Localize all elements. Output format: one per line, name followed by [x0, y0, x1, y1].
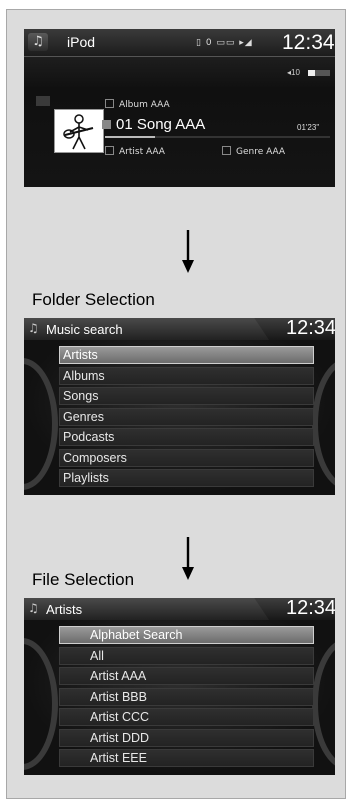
volume-bar — [308, 70, 330, 76]
list-item[interactable]: Albums — [59, 366, 314, 385]
down-arrow-icon — [182, 537, 194, 580]
progress-bar — [105, 136, 330, 138]
album-icon — [105, 99, 114, 108]
list-item[interactable]: Artist AAA — [59, 667, 314, 685]
genre-icon — [222, 146, 231, 155]
artist-row: Artist AAA — [105, 146, 165, 157]
dial-ring — [24, 358, 58, 490]
device-icon — [36, 96, 50, 106]
list-item[interactable]: Artist CCC — [59, 708, 314, 726]
song-icon — [102, 120, 111, 129]
top-bar: ♫ iPod ▯ 0 ▭▭ ▸◢ 12:34 — [24, 29, 335, 57]
song-row: 01 Song AAA — [102, 116, 205, 133]
music-note-icon[interactable]: ♫ — [28, 33, 48, 51]
header-bar: ♫ Artists 12:34 — [24, 598, 335, 620]
elapsed-time: 01'23" — [297, 123, 320, 132]
music-note-icon[interactable]: ♫ — [28, 321, 39, 335]
source-label: iPod — [67, 34, 96, 50]
artist-label: Artist AAA — [119, 147, 165, 157]
dial-ring — [312, 638, 335, 770]
album-label: Album AAA — [119, 100, 170, 110]
song-label: 01 Song AAA — [116, 116, 206, 133]
guitarist-icon — [63, 114, 94, 150]
music-search-screen: ♫ Music search 12:34 Artists Albums Songs G… — [24, 318, 335, 495]
list-item[interactable]: Podcasts — [59, 428, 314, 446]
list-item[interactable]: Genres — [59, 407, 314, 426]
list-item[interactable]: Playlists — [59, 469, 314, 487]
list-item[interactable]: All — [59, 646, 314, 665]
list-item[interactable]: Composers — [59, 448, 314, 467]
list-item[interactable]: Artist DDD — [59, 728, 314, 747]
folder-selection-caption: Folder Selection — [32, 290, 155, 309]
header-bar: ♫ Music search 12:34 — [24, 318, 335, 340]
genre-label: Genre AAA — [236, 147, 286, 157]
dial-ring — [312, 358, 335, 490]
clock: 12:34 — [286, 598, 335, 619]
dial-ring — [24, 638, 58, 770]
volume-label: ◂10 — [287, 68, 300, 77]
list-item[interactable]: Artists — [59, 346, 314, 364]
list-item[interactable]: Artist BBB — [59, 687, 314, 706]
artist-icon — [105, 146, 114, 155]
music-note-icon[interactable]: ♫ — [28, 601, 39, 615]
album-art — [54, 109, 104, 153]
status-icons: ▯ 0 ▭▭ ▸◢ — [196, 38, 253, 48]
clock: 12:34 — [282, 31, 335, 54]
screen-title: Music search — [46, 322, 123, 337]
list-item[interactable]: Songs — [59, 387, 314, 405]
screen-title: Artists — [46, 602, 83, 617]
clock: 12:34 — [286, 318, 335, 339]
now-playing-screen: ♫ iPod ▯ 0 ▭▭ ▸◢ 12:34 ◂10 Album AAA 01 … — [24, 29, 335, 187]
down-arrow-icon — [182, 230, 194, 273]
artists-screen: ♫ Artists 12:34 Alphabet Search All Artist… — [24, 598, 335, 775]
genre-row: Genre AAA — [222, 146, 285, 157]
file-selection-caption: File Selection — [32, 570, 135, 589]
album-row: Album AAA — [105, 99, 170, 110]
list-item[interactable]: Alphabet Search — [59, 626, 314, 644]
list-item[interactable]: Artist EEE — [59, 749, 314, 767]
